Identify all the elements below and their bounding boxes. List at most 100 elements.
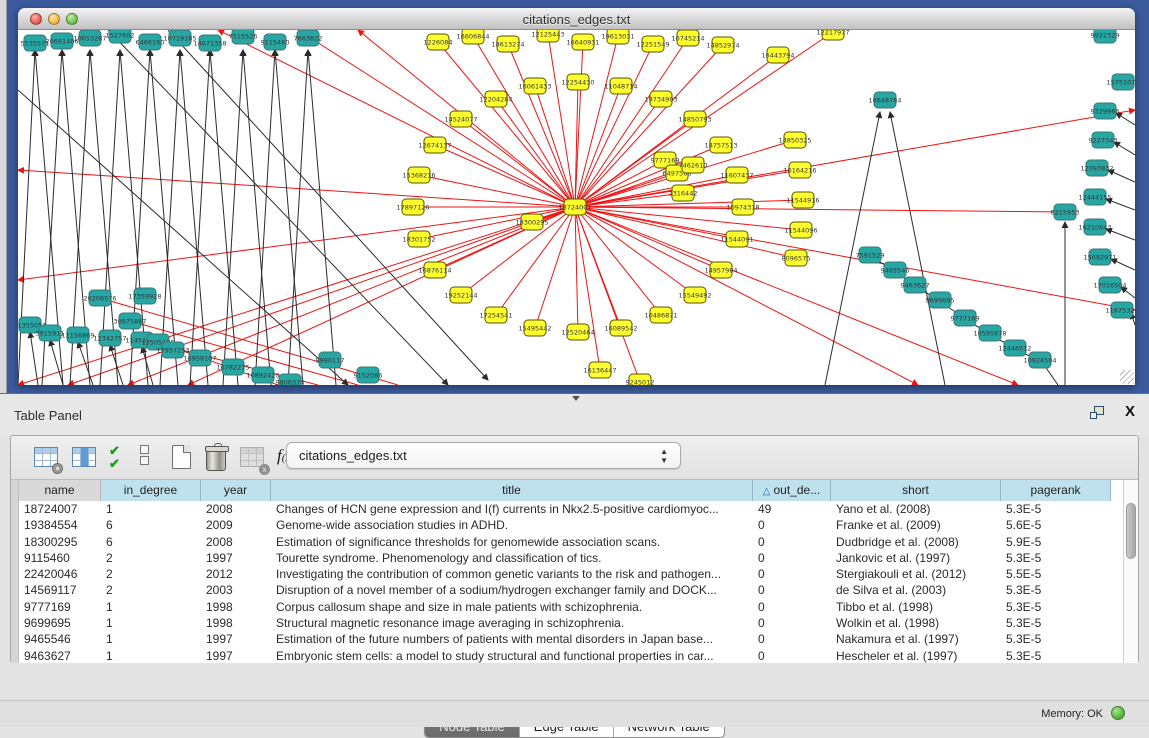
table-cell[interactable]: 5.3E-5 [1001,648,1111,664]
table-cell[interactable]: 9465546 [19,631,101,647]
table-cell[interactable]: 2008 [201,534,271,550]
citation-edge-black[interactable] [18,50,35,385]
graph-node[interactable]: 9806374 [276,374,305,385]
graph-node[interactable]: 15368216 [402,167,435,183]
graph-node[interactable]: 9463627 [901,277,930,293]
citation-edge-red[interactable] [575,207,600,370]
network-graph[interactable]: 5535571206914061065328715276026466160107… [18,30,1135,385]
table-row[interactable]: 946362711997Embryonic stem cells: a mode… [19,648,1122,664]
graph-node[interactable]: 30975887 [113,313,146,329]
table-cell[interactable]: 1 [101,631,201,647]
citation-edge-red[interactable] [298,30,575,207]
graph-node[interactable]: 16210643 [1078,219,1111,235]
graph-node[interactable]: 16443794 [761,47,794,63]
table-cell[interactable]: 2012 [201,566,271,582]
graph-node[interactable]: 19613031 [601,30,634,44]
table-cell[interactable]: Hescheler et al. (1997) [831,648,1001,664]
table-cell[interactable]: 2003 [201,582,271,598]
graph-node[interactable]: 14850793 [678,111,711,127]
table-cell[interactable]: Embryonic stem cells: a model to study s… [271,648,753,664]
table-cell[interactable]: 9699695 [19,615,101,631]
graph-node[interactable]: 11544916 [786,192,819,208]
table-cell[interactable]: Dudbridge et al. (2008) [831,534,1001,550]
graph-node[interactable]: 17359928 [128,288,161,304]
table-cell[interactable]: 5.3E-5 [1001,631,1111,647]
graph-node[interactable]: 11544096 [784,222,817,238]
table-cell[interactable]: 0 [753,534,831,550]
table-cell[interactable]: 0 [753,566,831,582]
table-cell[interactable]: Changes of HCN gene expression and I(f) … [271,501,753,517]
graph-node[interactable]: 14524077 [444,111,477,127]
table-cell[interactable]: de Silva et al. (2003) [831,582,1001,598]
citation-edge-black[interactable] [308,50,336,385]
graph-node[interactable]: 12520464 [561,324,594,340]
graph-node[interactable]: 12093832 [1080,160,1113,176]
graph-node[interactable]: 14850325 [778,132,811,148]
column-header-indegree[interactable]: in_degree [101,480,201,501]
citation-edge-red[interactable] [461,119,575,207]
table-cell[interactable]: 5.3E-5 [1001,501,1111,517]
graph-node[interactable]: 10745214 [671,30,704,46]
graph-node[interactable]: 9227343 [1089,132,1118,148]
close-panel-icon[interactable]: X [1125,403,1135,420]
table-cell[interactable]: Yano et al. (2008) [831,501,1001,517]
table-row[interactable]: 1456911722003Disruption of a novel membe… [19,582,1122,598]
graph-node[interactable]: 8215953 [1051,204,1080,220]
table-cell[interactable]: Corpus callosum shape and size in male p… [271,599,753,615]
graph-node[interactable]: 12217977 [816,30,849,40]
citation-edge-red[interactable] [575,44,653,207]
citation-edge-red[interactable] [548,34,575,207]
graph-node[interactable]: 10486871 [644,307,677,323]
graph-node[interactable]: 18757513 [704,137,737,153]
table-cell[interactable]: 0 [753,550,831,566]
table-cell[interactable]: 9777169 [19,599,101,615]
citation-edge-red[interactable] [575,38,688,207]
new-column-icon[interactable] [169,444,197,472]
graph-node[interactable]: 16136447 [583,362,616,378]
table-cell[interactable]: 19384554 [19,517,101,533]
network-window[interactable]: 5535571206914061065328715276026466160107… [18,8,1135,385]
citation-edge-red[interactable] [535,86,575,207]
table-options-icon[interactable] [33,444,61,472]
graph-node[interactable]: 15549492 [678,287,711,303]
table-scrollbar[interactable] [1123,480,1138,663]
graph-node[interactable]: 7591529 [856,247,885,263]
table-row[interactable]: 977716911998Corpus callosum shape and si… [19,599,1122,615]
graph-node[interactable]: 18300295 [515,214,548,230]
table-cell[interactable]: 5.3E-5 [1001,550,1111,566]
graph-node[interactable]: 16089542 [604,320,637,336]
table-cell[interactable]: 2008 [201,501,271,517]
graph-node[interactable]: 9329966 [1091,103,1120,119]
graph-node[interactable]: 7515526 [229,30,258,44]
citation-edge-black[interactable] [180,50,208,385]
column-header-outde[interactable]: △out_de... [753,480,831,501]
table-cell[interactable]: Tibbo et al. (1998) [831,599,1001,615]
graph-node[interactable]: 12342757 [93,330,126,346]
table-cell[interactable]: 0 [753,599,831,615]
graph-node[interactable]: 12251549 [636,36,669,52]
citation-edge-black[interactable] [243,50,271,385]
graph-node[interactable]: 8990117 [316,352,345,368]
citation-edge-black[interactable] [255,50,275,385]
graph-node[interactable]: 7462610 [679,157,708,173]
table-cell[interactable]: Investigating the contribution of common… [271,566,753,582]
table-cell[interactable]: 9115460 [19,550,101,566]
graph-node[interactable]: 9152086 [354,367,383,383]
table-cell[interactable]: Structural magnetic resonance image aver… [271,615,753,631]
graph-node[interactable]: 16648784 [868,92,901,108]
graph-node[interactable]: 1527602 [106,30,135,43]
table-cell[interactable]: Wolkin et al. (1998) [831,615,1001,631]
table-cell[interactable]: 2009 [201,517,271,533]
citation-edge-black[interactable] [890,112,945,385]
split-pane-handle[interactable] [570,396,580,402]
graph-node[interactable]: 14671358 [193,35,226,51]
graph-node[interactable]: 15751074 [1106,74,1135,90]
window-resize-grip[interactable] [1120,370,1134,384]
graph-node[interactable]: 15495442 [518,320,551,336]
graph-node[interactable]: 6466160 [136,34,165,50]
table-cell[interactable]: Estimation of the future numbers of pati… [271,631,753,647]
graph-node[interactable]: 17016504 [1093,277,1126,293]
table-row[interactable]: 946554611997Estimation of the future num… [19,631,1122,647]
citation-edge-red[interactable] [435,145,575,207]
table-cell[interactable]: 6 [101,517,201,533]
